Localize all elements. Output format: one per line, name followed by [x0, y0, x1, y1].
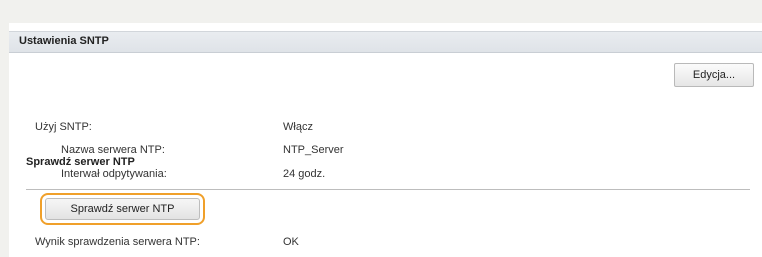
check-ntp-button-highlight: Sprawdź serwer NTP: [40, 193, 205, 225]
setting-value-use-sntp: Włącz: [283, 121, 313, 133]
check-ntp-server-button[interactable]: Sprawdź serwer NTP: [45, 198, 200, 220]
setting-label-ntp-server-name: Nazwa serwera NTP:: [61, 144, 165, 156]
setting-value-ntp-server-name: NTP_Server: [283, 144, 344, 156]
setting-value-polling-interval: 24 godz.: [283, 168, 326, 180]
section-header: Ustawienia SNTP: [9, 31, 762, 53]
section-divider: [26, 189, 750, 190]
edit-button[interactable]: Edycja...: [674, 63, 754, 87]
section-title: Ustawienia SNTP: [19, 35, 109, 47]
setting-label-use-sntp: Użyj SNTP:: [35, 121, 92, 133]
setting-label-polling-interval: Interwał odpytywania:: [61, 168, 167, 180]
check-result-label: Wynik sprawdzenia serwera NTP:: [35, 236, 200, 248]
check-ntp-section-title: Sprawdź serwer NTP: [26, 156, 135, 168]
check-result-value: OK: [283, 236, 299, 248]
